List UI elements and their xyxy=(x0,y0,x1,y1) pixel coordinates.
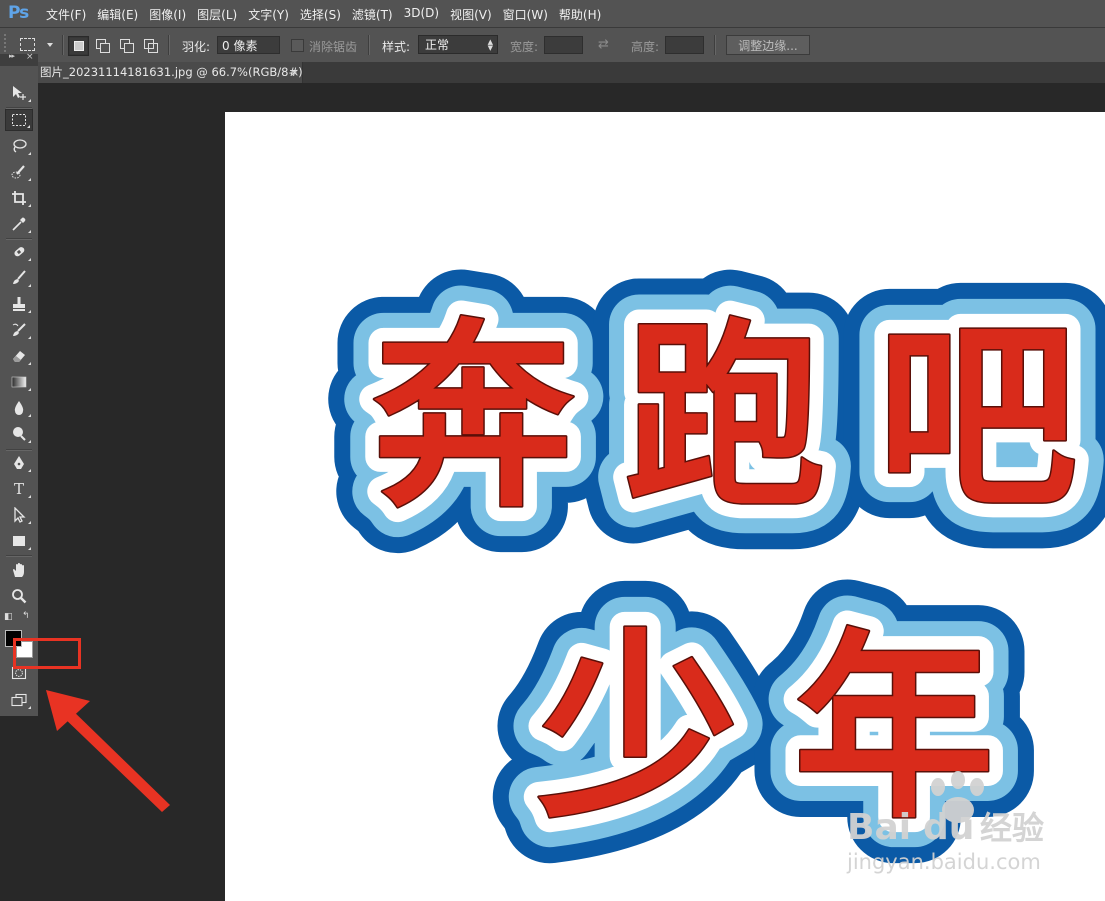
annotation-arrow xyxy=(46,690,170,812)
photoshop-window: Ps 文件(F) 编辑(E) 图像(I) 图层(L) 文字(Y) 选择(S) 滤… xyxy=(0,0,1105,901)
